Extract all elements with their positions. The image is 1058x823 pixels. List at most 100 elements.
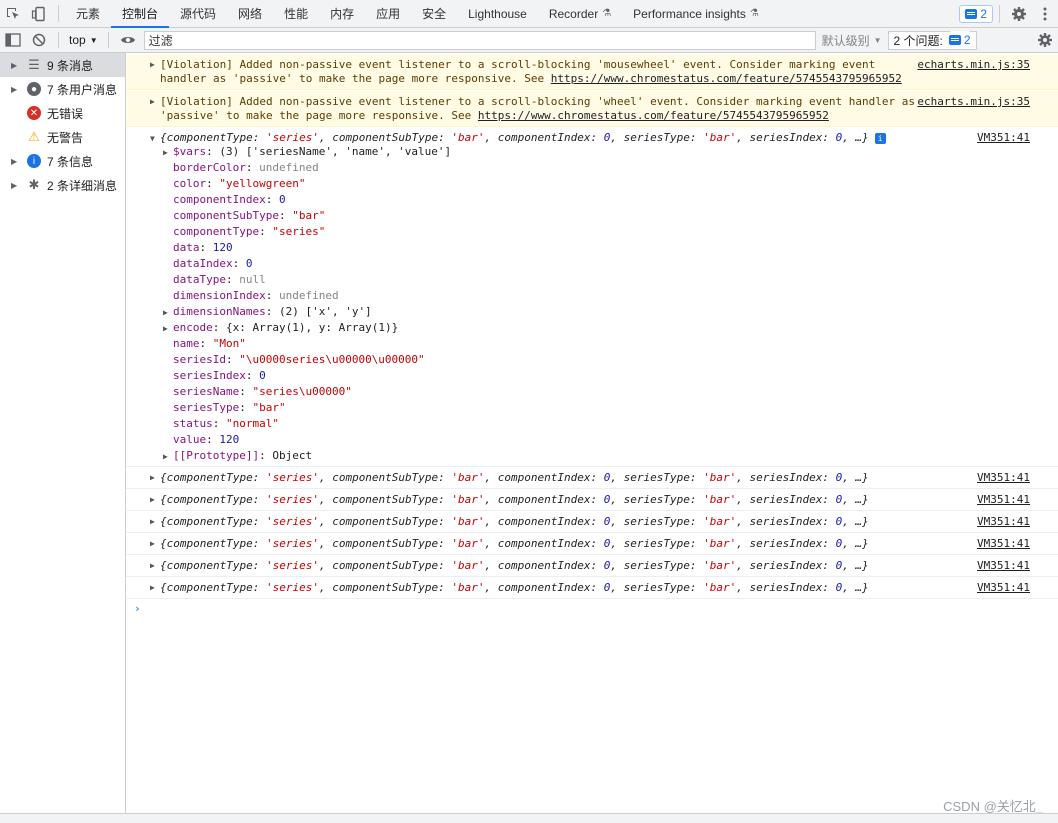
property-key: dimensionIndex [173, 289, 266, 302]
expand-triangle-icon[interactable]: ▶ [150, 495, 160, 504]
sidebar-item-2[interactable]: ✕ 无错误 [0, 101, 125, 125]
summary-part: , seriesIndex: [736, 471, 836, 484]
issues-counter-button[interactable]: 2 个问题: 2 [887, 30, 977, 50]
summary-part: 'bar' [703, 515, 737, 528]
context-selector[interactable]: top ▼ [65, 33, 102, 47]
log-entry-collapsed[interactable]: ▶ {componentType: 'series', componentSubT… [126, 577, 1058, 599]
sidebar-item-3[interactable]: ⚠ 无警告 [0, 125, 125, 149]
device-toolbar-icon[interactable] [26, 0, 52, 27]
expand-triangle-icon[interactable]: ▶ [163, 321, 173, 337]
summary-part: , componentIndex: [484, 493, 604, 506]
property-value: "series" [272, 225, 326, 238]
tab-1[interactable]: 控制台 [111, 0, 170, 28]
property-colon: : [278, 209, 293, 222]
log-levels-dropdown[interactable]: 默认级别 ▼ [822, 32, 882, 49]
expand-triangle-icon[interactable]: ▶ [163, 305, 173, 321]
source-link[interactable]: VM351:41 [977, 515, 1030, 528]
sidebar-item-label: 无错误 [47, 106, 84, 121]
tab-5[interactable]: 内存 [319, 0, 365, 27]
clear-console-icon[interactable] [26, 33, 52, 47]
expand-triangle-icon[interactable]: ▶ [150, 561, 160, 570]
summary-part: , seriesType: [610, 493, 704, 506]
expand-triangle-icon[interactable]: ▶ [150, 58, 155, 72]
expand-triangle-icon[interactable]: ▶ [150, 583, 160, 592]
expand-triangle-icon[interactable]: ▶ [150, 473, 160, 482]
log-entry-collapsed[interactable]: ▶ {componentType: 'series', componentSubT… [126, 467, 1058, 489]
chromestatus-link[interactable]: https://www.chromestatus.com/feature/574… [551, 72, 902, 85]
tab-label: 性能 [284, 7, 309, 21]
property-key: componentSubType [173, 209, 279, 222]
log-entry-collapsed[interactable]: ▶ {componentType: 'series', componentSubT… [126, 511, 1058, 533]
source-link[interactable]: VM351:41 [977, 131, 1030, 144]
tab-label: Recorder [548, 6, 599, 21]
log-entry-header[interactable]: ▼ {componentType: 'series', componentSubT… [150, 131, 1058, 144]
log-entry-collapsed[interactable]: ▶ {componentType: 'series', componentSubT… [126, 533, 1058, 555]
object-property: seriesId: "\u0000series\u00000\u00000" [150, 352, 1058, 368]
console-prompt-icon[interactable]: › [126, 599, 1058, 619]
console-settings-gear-icon[interactable] [1032, 32, 1058, 48]
sidebar-toggle-icon[interactable] [0, 33, 26, 47]
object-property[interactable]: ▶ $vars: (3) ['seriesName', 'name', 'valu… [150, 144, 1058, 160]
property-key: value [173, 433, 207, 446]
sidebar-item-4[interactable]: ▶ i 7 条信息 [0, 149, 125, 173]
tab-3[interactable]: 网络 [227, 0, 273, 27]
object-property[interactable]: ▶ encode: {x: Array(1), y: Array(1)} [150, 320, 1058, 336]
source-link[interactable]: VM351:41 [977, 493, 1030, 506]
summary-part: , componentIndex: [484, 581, 604, 594]
expand-triangle-icon[interactable]: ▶ [150, 539, 160, 548]
more-options-icon[interactable] [1032, 7, 1058, 21]
summary-part: , …} [842, 515, 869, 528]
tab-0[interactable]: 元素 [65, 0, 111, 27]
sidebar-item-0[interactable]: ▶ ☰ 9 条消息 [0, 53, 125, 77]
summary-part: {componentType: [160, 537, 266, 550]
object-property[interactable]: ▶ dimensionNames: (2) ['x', 'y'] [150, 304, 1058, 320]
tab-7[interactable]: 安全 [411, 0, 457, 27]
sidebar-item-1[interactable]: ▶ ● 7 条用户消息 [0, 77, 125, 101]
expand-triangle-icon: ▶ [11, 180, 18, 190]
source-link[interactable]: VM351:41 [977, 559, 1030, 572]
inspect-element-icon[interactable] [0, 0, 26, 27]
expand-triangle-icon[interactable]: ▶ [163, 145, 173, 161]
filter-input[interactable]: 过滤 [143, 30, 816, 50]
source-link[interactable]: echarts.min.js:35 [917, 95, 1030, 109]
summary-part: , componentSubType: [318, 493, 452, 506]
property-key: componentIndex [173, 193, 266, 206]
source-link[interactable]: echarts.min.js:35 [917, 58, 1030, 72]
violation-warning: ▶ [Violation] Added non-passive event lis… [126, 54, 1058, 90]
tab-label: Performance insights [633, 6, 746, 21]
object-property[interactable]: ▶ [[Prototype]]: Object [150, 448, 1058, 464]
tab-9[interactable]: Recorder ⚗ [538, 0, 622, 27]
tab-6[interactable]: 应用 [365, 0, 411, 27]
live-expression-eye-icon[interactable] [115, 34, 141, 46]
source-link[interactable]: VM351:41 [977, 471, 1030, 484]
expand-triangle-icon[interactable]: ▶ [163, 449, 173, 465]
info-icon: i [27, 154, 41, 168]
property-colon: : [245, 369, 260, 382]
issues-badge-button[interactable]: 2 [959, 4, 993, 23]
settings-gear-icon[interactable] [1006, 6, 1032, 22]
source-link[interactable]: VM351:41 [977, 581, 1030, 594]
summary-part: , seriesIndex: [736, 515, 836, 528]
tab-8[interactable]: Lighthouse [457, 0, 538, 27]
collapse-triangle-icon[interactable]: ▼ [150, 134, 160, 143]
summary-part: , seriesType: [610, 471, 704, 484]
violation-warning: ▶ [Violation] Added non-passive event lis… [126, 91, 1058, 127]
property-colon: : [199, 241, 213, 254]
log-entry-collapsed[interactable]: ▶ {componentType: 'series', componentSubT… [126, 489, 1058, 511]
expand-triangle-icon[interactable]: ▶ [150, 517, 160, 526]
tab-4[interactable]: 性能 [273, 0, 319, 27]
tab-10[interactable]: Performance insights ⚗ [622, 0, 770, 27]
source-link[interactable]: VM351:41 [977, 537, 1030, 550]
property-value: "yellowgreen" [219, 177, 306, 190]
log-entry-collapsed[interactable]: ▶ {componentType: 'series', componentSubT… [126, 555, 1058, 577]
dropdown-arrow-icon: ▼ [89, 35, 98, 45]
property-value: 120 [219, 433, 240, 446]
levels-label: 默认级别 [821, 33, 870, 48]
tab-label: Lighthouse [468, 6, 527, 21]
summary-part: 'bar' [451, 581, 485, 594]
chromestatus-link[interactable]: https://www.chromestatus.com/feature/574… [478, 109, 829, 122]
tab-2[interactable]: 源代码 [169, 0, 227, 27]
expand-triangle-icon[interactable]: ▶ [150, 95, 155, 109]
property-key: encode [173, 321, 213, 334]
sidebar-item-5[interactable]: ▶ ✱ 2 条详细消息 [0, 173, 125, 197]
